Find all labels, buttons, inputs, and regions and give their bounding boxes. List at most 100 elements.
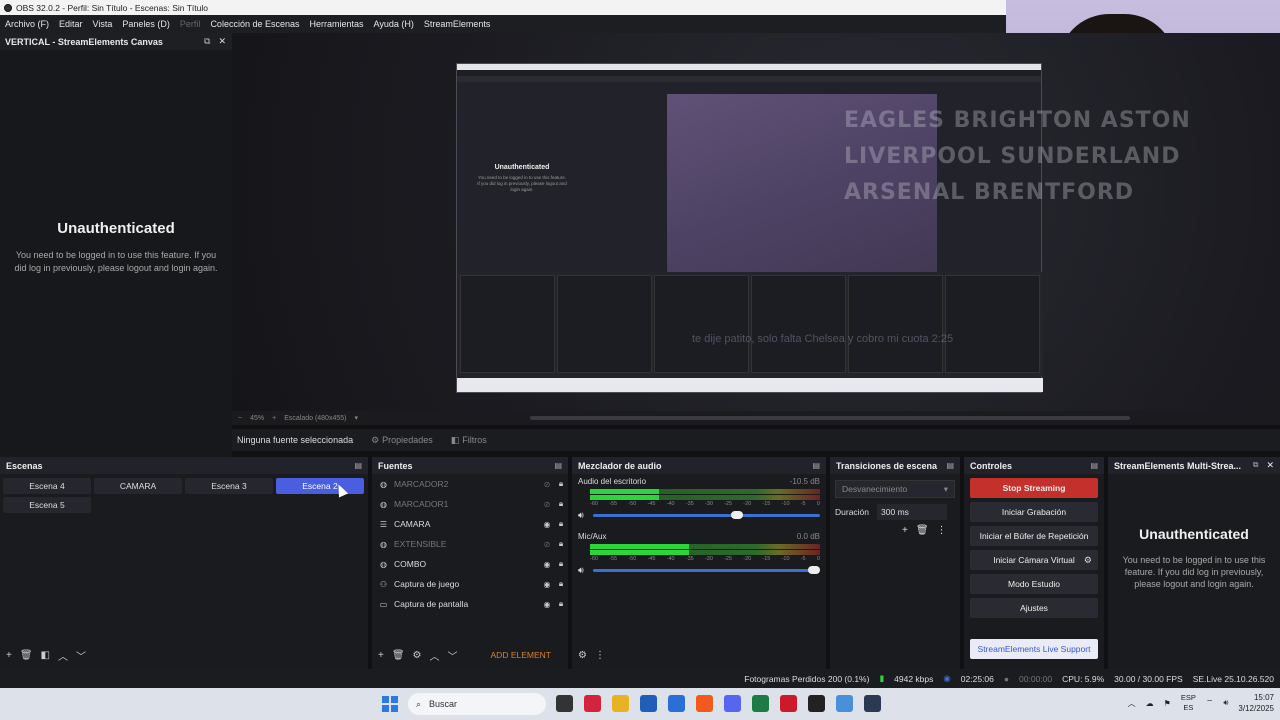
duration-input[interactable]: 300 ms	[877, 504, 948, 520]
menu-perfil[interactable]: Perfil	[180, 19, 201, 29]
source-item[interactable]: ◍ MARCADOR1 ⊘ 🔒︎	[372, 494, 568, 514]
trash-icon[interactable]: 🗑	[916, 525, 929, 536]
source-item[interactable]: ◍ COMBO ◉ 🔒︎	[372, 554, 568, 574]
speaker-icon[interactable]: 🔊︎	[578, 565, 590, 576]
menu-streamelements[interactable]: StreamElements	[424, 19, 491, 29]
gear-icon[interactable]: ⚙	[1084, 555, 1092, 566]
windows-start-icon[interactable]	[382, 696, 398, 712]
move-up-icon[interactable]: ︿	[58, 648, 68, 663]
move-up-icon[interactable]: ︿	[430, 648, 440, 663]
more-icon[interactable]: ⋮	[595, 650, 605, 661]
chevron-down-icon[interactable]: ▾	[354, 414, 358, 422]
lock-icon[interactable]: 🔒︎	[554, 579, 568, 589]
clock[interactable]: 15:07 3/12/2025	[1238, 692, 1274, 714]
move-down-icon[interactable]: ﹀	[76, 648, 86, 663]
menu-ayuda[interactable]: Ayuda (H)	[374, 19, 414, 29]
dock-menu-icon[interactable]: ▤	[1090, 461, 1098, 470]
zoom-out-icon[interactable]: −	[238, 415, 242, 422]
language-indicator[interactable]: ESP ES	[1181, 693, 1196, 713]
preview-scrollbar[interactable]	[530, 416, 1130, 420]
filter-icon[interactable]: ◧	[41, 650, 50, 661]
menu-herramientas[interactable]: Herramientas	[310, 19, 364, 29]
lock-icon[interactable]: 🔒︎	[554, 479, 568, 489]
menu-editar[interactable]: Editar	[59, 19, 83, 29]
replay-buffer-button[interactable]: Iniciar el Búfer de Repetición	[970, 526, 1098, 546]
speaker-icon[interactable]: 🔊︎	[578, 510, 590, 521]
discord-icon[interactable]	[724, 695, 741, 712]
notepad-icon[interactable]	[836, 695, 853, 712]
chevron-up-icon[interactable]: ︿	[1128, 698, 1136, 709]
virtual-camera-button[interactable]: Iniciar Cámara Virtual ⚙	[970, 550, 1098, 570]
menu-vista[interactable]: Vista	[93, 19, 113, 29]
visibility-off-icon[interactable]: ⊘	[540, 500, 554, 509]
trash-icon[interactable]: 🗑	[20, 650, 33, 661]
obs-icon[interactable]	[808, 695, 825, 712]
lock-icon[interactable]: 🔒︎	[554, 559, 568, 569]
preview-canvas[interactable]: Unauthenticated You need to be logged in…	[232, 33, 1280, 411]
dock-menu-icon[interactable]: ▤	[554, 461, 562, 470]
app-red-icon[interactable]	[584, 695, 601, 712]
stop-streaming-button[interactable]: Stop Streaming	[970, 478, 1098, 498]
dock-menu-icon[interactable]: ▤	[354, 461, 362, 470]
source-item[interactable]: ◍ EXTENSIBLE ⊘ 🔒︎	[372, 534, 568, 554]
eye-icon[interactable]: ◉	[540, 560, 554, 569]
mixer-settings-icon[interactable]: ⚙	[578, 650, 587, 661]
settings-button[interactable]: Ajustes	[970, 598, 1098, 618]
lock-icon[interactable]: 🔒︎	[554, 539, 568, 549]
add-element-button[interactable]: ADD ELEMENT	[491, 650, 551, 660]
visibility-off-icon[interactable]: ⊘	[540, 540, 554, 549]
excel-icon[interactable]	[752, 695, 769, 712]
menu-coleccion[interactable]: Colección de Escenas	[210, 19, 299, 29]
scene-item[interactable]: Escena 3	[185, 478, 273, 494]
eye-icon[interactable]: ◉	[540, 580, 554, 589]
close-icon[interactable]: ✕	[1266, 460, 1274, 471]
scene-item[interactable]: Escena 5	[3, 497, 91, 513]
store-icon[interactable]	[640, 695, 657, 712]
opera-icon[interactable]	[780, 695, 797, 712]
menu-archivo[interactable]: Archivo (F)	[5, 19, 49, 29]
menu-paneles[interactable]: Paneles (D)	[122, 19, 170, 29]
calculator-icon[interactable]	[864, 695, 881, 712]
source-item[interactable]: ▭ Captura de pantalla ◉ 🔒︎	[372, 594, 568, 614]
add-icon[interactable]: +	[6, 650, 12, 661]
dock-menu-icon[interactable]: ▤	[812, 461, 820, 470]
zoom-in-icon[interactable]: +	[272, 415, 276, 422]
lock-icon[interactable]: 🔒︎	[554, 519, 568, 529]
volume-icon[interactable]: 🔊︎	[1223, 698, 1228, 708]
tray-icon[interactable]: ☁	[1146, 699, 1154, 708]
folder-icon[interactable]	[612, 695, 629, 712]
float-icon[interactable]: ⧉	[204, 36, 210, 47]
lock-icon[interactable]: 🔒︎	[554, 599, 568, 609]
source-item[interactable]: ◍ MARCADOR2 ⊘ 🔒︎	[372, 474, 568, 494]
close-icon[interactable]: ✕	[218, 36, 226, 47]
more-icon[interactable]: ⋮	[937, 525, 947, 536]
source-item[interactable]: ⚇ Captura de juego ◉ 🔒︎	[372, 574, 568, 594]
eye-icon[interactable]: ◉	[540, 600, 554, 609]
transition-select[interactable]: Desvanecimiento ▾	[835, 480, 955, 498]
scene-item[interactable]: CAMARA	[94, 478, 182, 494]
scale-label[interactable]: Escalado (480x455)	[284, 415, 346, 422]
float-icon[interactable]: ⧉	[1253, 460, 1259, 471]
add-icon[interactable]: +	[902, 525, 908, 536]
scene-item-active[interactable]: Escena 2	[276, 478, 364, 494]
se-live-support-button[interactable]: StreamElements Live Support	[970, 639, 1098, 659]
dock-menu-icon[interactable]: ▤	[946, 461, 954, 470]
add-icon[interactable]: +	[378, 650, 384, 661]
volume-slider[interactable]	[593, 566, 820, 574]
scene-item[interactable]: Escena 4	[3, 478, 91, 494]
brave-icon[interactable]	[696, 695, 713, 712]
source-item[interactable]: ☰ CAMARA ◉ 🔒︎	[372, 514, 568, 534]
studio-mode-button[interactable]: Modo Estudio	[970, 574, 1098, 594]
filters-button[interactable]: ◧ Filtros	[451, 435, 487, 446]
trash-icon[interactable]: 🗑	[392, 650, 405, 661]
tray-icon[interactable]: ⚑	[1164, 699, 1171, 708]
wifi-icon[interactable]: ⌔	[1206, 698, 1214, 708]
taskview-icon[interactable]	[556, 695, 573, 712]
visibility-off-icon[interactable]: ⊘	[540, 480, 554, 489]
gear-icon[interactable]: ⚙	[413, 650, 422, 661]
move-down-icon[interactable]: ﹀	[448, 648, 458, 663]
volume-slider[interactable]	[593, 511, 820, 519]
taskbar-search[interactable]: ⌕ Buscar	[408, 693, 546, 715]
eye-icon[interactable]: ◉	[540, 520, 554, 529]
start-recording-button[interactable]: Iniciar Grabación	[970, 502, 1098, 522]
